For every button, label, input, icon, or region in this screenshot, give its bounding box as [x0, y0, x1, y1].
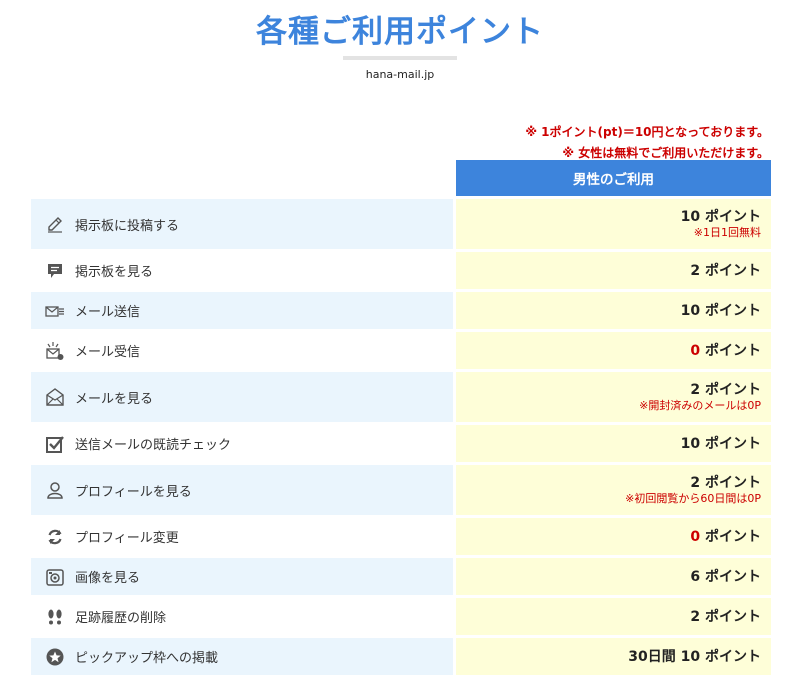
cost-amount: 2 ポイント [690, 381, 761, 399]
cost-amount: 30日間 10 ポイント [628, 648, 761, 666]
table-row: メール送信 10 ポイント [31, 292, 771, 329]
action-label: 送信メールの既読チェック [75, 438, 232, 453]
table-row: 掲示板に投稿する 10 ポイント ※1日1回無料 [31, 199, 771, 249]
action-cell: 送信メールの既読チェック [31, 425, 453, 462]
receive-mail-icon [45, 341, 65, 361]
notes: ※ 1ポイント(pt)＝10円となっております。 ※ 女性は無料でご利用いただけ… [525, 122, 769, 164]
star-icon [45, 647, 65, 667]
action-label: 画像を見る [75, 571, 141, 586]
cost-unit: ポイント [700, 209, 761, 225]
action-cell: ピックアップ枠への掲載 [31, 638, 453, 675]
action-label: プロフィールを見る [75, 484, 192, 500]
cost-amount: 10 ポイント [681, 208, 761, 226]
column-header-men: 男性のご利用 [456, 160, 771, 196]
action-cell: 画像を見る [31, 558, 453, 595]
cost-value: 10 [680, 209, 701, 225]
cost-cell: 2 ポイント [456, 598, 771, 635]
action-cell: 掲示板を見る [31, 252, 453, 289]
cost-value: 2 [690, 262, 701, 279]
profile-icon [45, 480, 65, 500]
action-cell: プロフィールを見る [31, 465, 453, 515]
footprints-icon [45, 607, 65, 627]
cost-amount: 10 ポイント [681, 302, 761, 320]
cost-value: 2 [690, 475, 701, 491]
cost-value: 2 [690, 382, 701, 398]
cost-value: 2 [690, 608, 701, 625]
action-label: メールを見る [75, 391, 154, 407]
table-row: メールを見る 2 ポイント ※開封済みのメールは0P [31, 372, 771, 422]
table-row: 送信メールの既読チェック 10 ポイント [31, 425, 771, 462]
action-cell: メール受信 [31, 332, 453, 369]
points-table: 掲示板に投稿する 10 ポイント ※1日1回無料 掲示板を見る 2 ポイント メール送信 1… [31, 199, 771, 678]
action-label: 足跡履歴の削除 [75, 611, 167, 626]
cost-unit: ポイント [700, 475, 761, 491]
table-row: メール受信 0 ポイント [31, 332, 771, 369]
cost-note: ※開封済みのメールは0P [639, 399, 761, 412]
table-row: 掲示板を見る 2 ポイント [31, 252, 771, 289]
cost-cell: 2 ポイント [456, 252, 771, 289]
cost-amount: 0 ポイント [690, 342, 761, 360]
action-cell: メール送信 [31, 292, 453, 329]
open-envelope-icon [45, 387, 65, 407]
action-label: ピックアップ枠への掲載 [75, 651, 219, 666]
table-row: プロフィールを見る 2 ポイント ※初回閲覧から60日間は0P [31, 465, 771, 515]
cost-amount: 6 ポイント [690, 568, 761, 586]
cost-cell: 30日間 10 ポイント [456, 638, 771, 675]
speech-bubble-icon [45, 261, 65, 281]
action-label: 掲示板に投稿する [75, 218, 180, 234]
cost-value: 0 [690, 528, 701, 545]
cost-cell: 10 ポイント [456, 425, 771, 462]
cost-unit: ポイント [700, 528, 761, 545]
note-point-rate: ※ 1ポイント(pt)＝10円となっております。 [525, 125, 769, 139]
table-row: 足跡履歴の削除 2 ポイント [31, 598, 771, 635]
cost-amount: 2 ポイント [690, 608, 761, 626]
cost-value: 10 [680, 435, 701, 452]
camera-icon [45, 567, 65, 587]
cost-note: ※初回閲覧から60日間は0P [625, 492, 761, 505]
action-cell: プロフィール変更 [31, 518, 453, 555]
cost-unit: ポイント [700, 342, 761, 359]
cost-unit: ポイント [700, 382, 761, 398]
cost-amount: 2 ポイント [690, 474, 761, 492]
table-row: プロフィール変更 0 ポイント [31, 518, 771, 555]
cost-value: 30日間 10 [628, 648, 701, 665]
cost-value: 0 [690, 342, 701, 359]
action-cell: メールを見る [31, 372, 453, 422]
site-name: hana-mail.jp [365, 68, 435, 81]
cost-cell: 0 ポイント [456, 332, 771, 369]
cost-value: 10 [680, 302, 701, 319]
cost-cell: 2 ポイント ※開封済みのメールは0P [456, 372, 771, 422]
cost-unit: ポイント [700, 568, 761, 585]
action-cell: 足跡履歴の削除 [31, 598, 453, 635]
action-label: 掲示板を見る [75, 265, 154, 280]
cost-cell: 10 ポイント [456, 292, 771, 329]
table-row: ピックアップ枠への掲載 30日間 10 ポイント [31, 638, 771, 675]
cost-unit: ポイント [700, 648, 761, 665]
action-label: プロフィール変更 [75, 531, 179, 546]
cost-amount: 0 ポイント [690, 528, 761, 546]
title-divider [343, 56, 457, 60]
action-cell: 掲示板に投稿する [31, 199, 453, 249]
cost-cell: 6 ポイント [456, 558, 771, 595]
cost-cell: 0 ポイント [456, 518, 771, 555]
refresh-icon [45, 527, 65, 547]
cost-cell: 10 ポイント ※1日1回無料 [456, 199, 771, 249]
cost-unit: ポイント [700, 435, 761, 452]
cost-unit: ポイント [700, 608, 761, 625]
cost-unit: ポイント [700, 262, 761, 279]
page-title: 各種ご利用ポイント [256, 14, 544, 50]
action-label: メール送信 [75, 305, 141, 320]
checkbox-icon [45, 434, 65, 454]
cost-cell: 2 ポイント ※初回閲覧から60日間は0P [456, 465, 771, 515]
send-mail-icon [45, 301, 65, 321]
cost-amount: 2 ポイント [690, 262, 761, 280]
table-row: 画像を見る 6 ポイント [31, 558, 771, 595]
pencil-icon [45, 214, 65, 234]
cost-value: 6 [690, 568, 701, 585]
cost-amount: 10 ポイント [681, 435, 761, 453]
cost-unit: ポイント [700, 302, 761, 319]
action-label: メール受信 [75, 345, 141, 360]
cost-note: ※1日1回無料 [693, 226, 761, 239]
